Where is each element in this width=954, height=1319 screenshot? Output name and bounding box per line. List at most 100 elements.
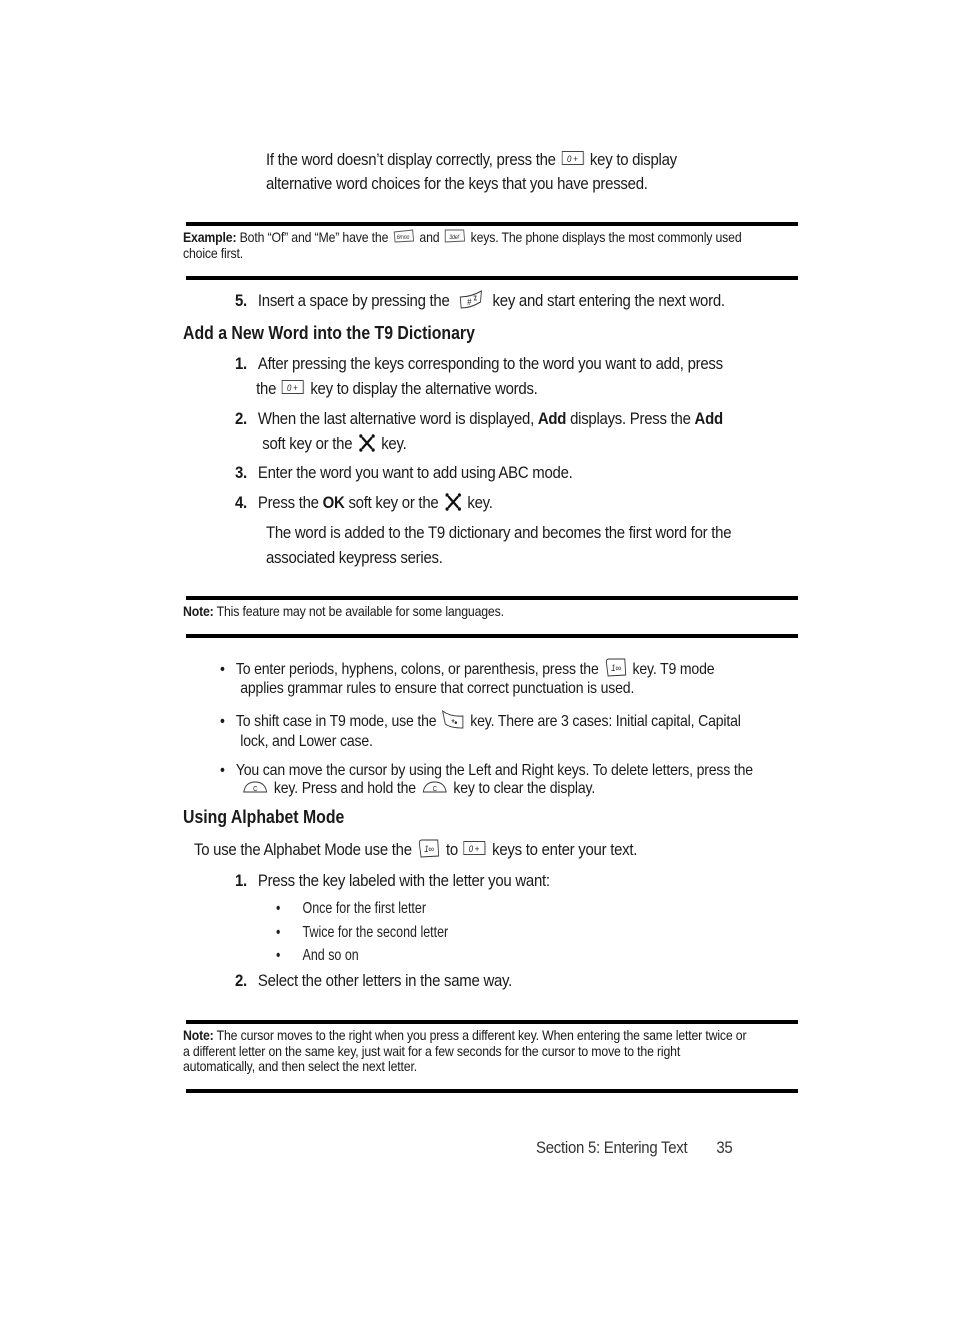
step-text: When the last alternative word is displa… — [257, 409, 534, 428]
sub-bullet-text: Once for the first letter — [302, 900, 426, 917]
sub-bullet-item: • Once for the first letter — [276, 897, 448, 921]
add-step-3: 3. Enter the word you want to add using A… — [235, 461, 573, 485]
bullet-icon: • — [220, 762, 225, 779]
step-number: 1. — [235, 871, 247, 890]
bullet-icon: • — [220, 661, 225, 678]
example-text: choice first. — [183, 244, 244, 261]
intro-text: keys to enter your text. — [492, 840, 638, 859]
svg-text:0 +: 0 + — [567, 154, 578, 165]
result-text: associated keypress series. — [266, 548, 443, 567]
divider-rule — [186, 596, 798, 600]
intro-text: To use the Alphabet Mode use the — [194, 840, 412, 859]
bullet-shift-case: • To shift case in T9 mode, use the *• ke… — [220, 710, 741, 751]
example-text: keys. The phone displays the most common… — [470, 229, 742, 245]
example-callout: Example: Both “Of” and “Me” have the 6mn… — [183, 229, 742, 261]
hash-key-icon: # — [459, 289, 484, 310]
zero-key-icon: 0 + — [463, 841, 487, 856]
note-label: Note: — [183, 1027, 214, 1043]
section-heading-alphabet-mode: Using Alphabet Mode — [183, 807, 345, 827]
step-text: Select the other letters in the same way… — [257, 971, 513, 990]
zero-key-icon: 0 + — [281, 380, 305, 395]
bullet-text: key. Press and hold the — [273, 780, 416, 797]
svg-text:1∞: 1∞ — [611, 663, 621, 674]
svg-text:3def: 3def — [449, 235, 460, 241]
step-text: soft key or the — [262, 434, 353, 453]
step-text: the — [256, 379, 277, 398]
bullet-text: key. There are 3 cases: Initial capital,… — [470, 713, 741, 731]
step-text: Enter the word you want to add using ABC… — [257, 463, 573, 482]
bullet-cursor: • You can move the cursor by using the Le… — [220, 762, 753, 798]
example-text: and — [419, 229, 440, 245]
add-step-4: 4. Press the OK soft key or the key. — [235, 491, 493, 515]
sub-bullet-item: • Twice for the second letter — [276, 921, 448, 945]
bullet-text: applies grammar rules to ensure that cor… — [240, 680, 635, 698]
step-text: displays. Press the — [570, 409, 691, 428]
alpha-sub-bullets: • Once for the first letter • Twice for th… — [276, 897, 448, 968]
intro-paragraph: If the word doesn’t display correctly, p… — [266, 148, 677, 196]
step-text: After pressing the keys corresponding to… — [257, 354, 723, 373]
bullet-icon: • — [276, 947, 281, 964]
sub-bullet-text: Twice for the second letter — [302, 923, 449, 941]
svg-text:#: # — [467, 296, 472, 307]
divider-rule — [186, 634, 798, 638]
add-step-1: 1. After pressing the keys corresponding … — [235, 352, 723, 401]
intro-text: If the word doesn’t display correctly, p… — [266, 150, 556, 169]
add-label: Add — [694, 409, 724, 428]
svg-text:*•: *• — [451, 716, 457, 728]
result-text: The word is added to the T9 dictionary a… — [266, 523, 732, 542]
step-number: 3. — [235, 463, 247, 482]
bullet-text: You can move the cursor by using the Lef… — [235, 762, 753, 779]
step-text: key. — [467, 493, 493, 512]
step-text: key and start entering the next word. — [492, 291, 725, 310]
step-text: Press the key labeled with the letter yo… — [257, 871, 550, 890]
step-text: Press the — [257, 493, 319, 512]
note-callout-languages: Note: This feature may not be available … — [183, 603, 504, 620]
bullet-punctuation: • To enter periods, hyphens, colons, or p… — [220, 658, 715, 698]
step-text: key. — [381, 434, 407, 453]
alpha-step-2: 2. Select the other letters in the same w… — [235, 969, 512, 993]
bullet-text: To enter periods, hyphens, colons, or pa… — [235, 661, 599, 678]
intro-text: key to display — [589, 150, 677, 169]
svg-text:0 +: 0 + — [469, 844, 480, 855]
alphabet-intro: To use the Alphabet Mode use the 1∞ to 0… — [194, 838, 637, 862]
note-text: automatically, and then select the next … — [183, 1058, 417, 1074]
svg-text:6mno: 6mno — [397, 235, 410, 241]
step-number: 5. — [235, 291, 247, 310]
add-step-2: 2. When the last alternative word is disp… — [235, 407, 723, 456]
one-key-icon: 1∞ — [604, 658, 627, 677]
step-number: 2. — [235, 971, 247, 990]
note-text: The cursor moves to the right when you p… — [216, 1027, 747, 1043]
svg-text:C: C — [433, 786, 438, 793]
clear-key-icon: C — [242, 780, 268, 793]
page-footer: Section 5: Entering Text 35 — [536, 1136, 733, 1160]
svg-text:0 +: 0 + — [287, 383, 298, 394]
page-number: 35 — [716, 1138, 733, 1157]
sub-bullet-item: • And so on — [276, 944, 448, 968]
sub-bullet-text: And so on — [302, 947, 359, 964]
intro-text: alternative word choices for the keys th… — [266, 174, 648, 193]
step-number: 1. — [235, 354, 247, 373]
step-5: 5. Insert a space by pressing the # key a… — [235, 289, 725, 313]
divider-rule — [186, 222, 798, 226]
three-key-icon: 3def — [444, 229, 466, 243]
svg-text:1∞: 1∞ — [424, 844, 434, 855]
note-text: This feature may not be available for so… — [216, 603, 504, 619]
bullet-text: key to clear the display. — [453, 780, 596, 797]
example-text: Both “Of” and “Me” have the — [239, 229, 389, 245]
step-number: 4. — [235, 493, 247, 512]
bullet-text: lock, and Lower case. — [240, 733, 373, 750]
svg-text:C: C — [253, 786, 258, 793]
bullet-text: key. T9 mode — [632, 661, 715, 678]
note-callout-cursor: Note: The cursor moves to the right when… — [183, 1027, 747, 1075]
add-label: Add — [537, 409, 567, 428]
bullet-text: To shift case in T9 mode, use the — [235, 713, 437, 731]
step-text: Insert a space by pressing the — [257, 291, 450, 310]
one-key-icon: 1∞ — [417, 839, 440, 858]
six-key-icon: 6mno — [393, 229, 415, 243]
note-label: Note: — [183, 603, 214, 619]
divider-rule — [186, 276, 798, 280]
bullet-icon: • — [276, 923, 281, 941]
intro-text: to — [445, 840, 458, 859]
example-label: Example: — [183, 229, 237, 245]
step-text: key to display the alternative words. — [310, 379, 538, 398]
